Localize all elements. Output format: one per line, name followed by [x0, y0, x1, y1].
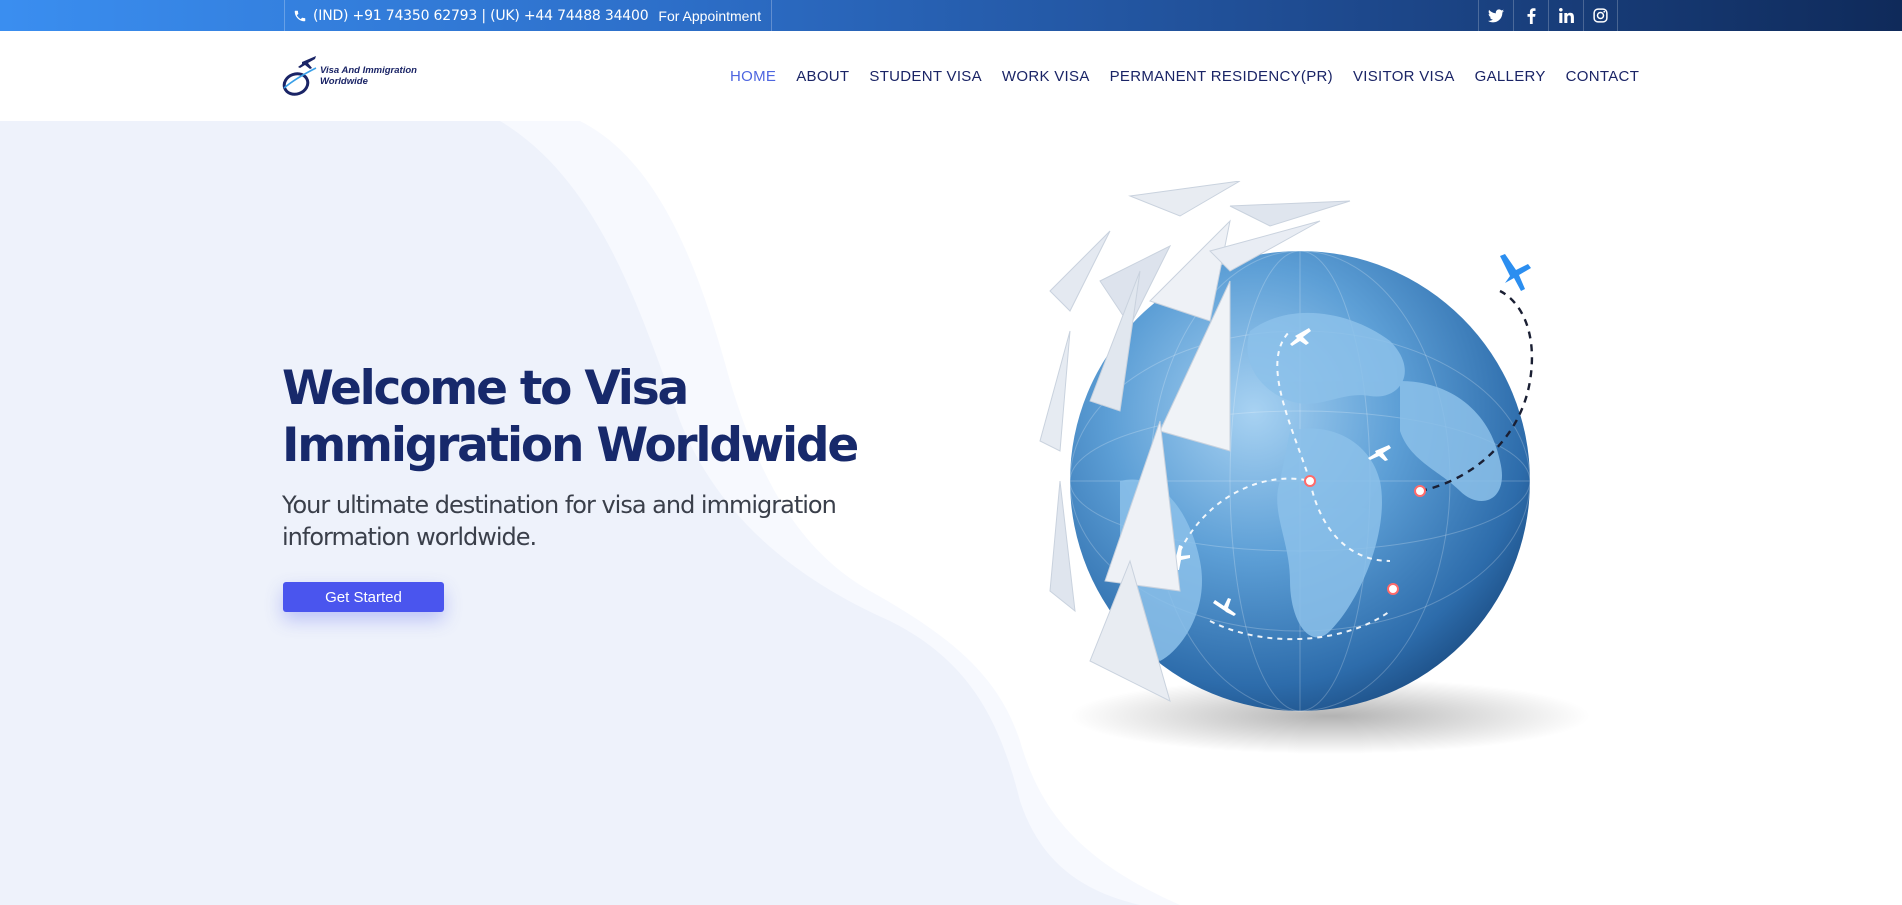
phone-numbers[interactable]: (IND) +91 74350 62793 | (UK) +44 74488 3…	[313, 8, 649, 24]
main-nav: HOME ABOUT STUDENT VISA WORK VISA PERMAN…	[720, 31, 1649, 121]
logo-line1: Visa And Immigration	[320, 65, 417, 76]
linkedin-link[interactable]	[1548, 0, 1583, 31]
hero-title: Welcome to Visa Immigration Worldwide	[282, 361, 859, 473]
linkedin-icon	[1558, 8, 1574, 23]
appointment-label: For Appointment	[658, 7, 762, 24]
hero-section: Welcome to Visa Immigration Worldwide Yo…	[0, 121, 1902, 905]
social-links	[1478, 0, 1618, 31]
nav-home[interactable]: HOME	[720, 68, 786, 85]
get-started-button[interactable]: Get Started	[283, 582, 444, 612]
instagram-link[interactable]	[1583, 0, 1618, 31]
phone-icon	[293, 9, 307, 23]
site-logo[interactable]: Visa And Immigration Worldwide	[282, 53, 432, 99]
globe-illustration	[1039, 181, 1590, 754]
top-bar: (IND) +91 74350 62793 | (UK) +44 74488 3…	[0, 0, 1902, 31]
nav-student-visa[interactable]: STUDENT VISA	[859, 68, 992, 85]
twitter-icon	[1488, 8, 1504, 22]
contact-info: (IND) +91 74350 62793 | (UK) +44 74488 3…	[284, 0, 773, 31]
logo-text: Visa And Immigration Worldwide	[320, 65, 417, 87]
nav-gallery[interactable]: GALLERY	[1465, 68, 1556, 85]
site-header: Visa And Immigration Worldwide HOME ABOU…	[0, 31, 1902, 121]
nav-contact[interactable]: CONTACT	[1556, 68, 1649, 85]
nav-visitor-visa[interactable]: VISITOR VISA	[1343, 68, 1465, 85]
nav-work-visa[interactable]: WORK VISA	[992, 68, 1100, 85]
twitter-link[interactable]	[1478, 0, 1513, 31]
instagram-icon	[1593, 8, 1608, 23]
facebook-icon	[1527, 7, 1535, 24]
airplane-globe-logo-icon	[282, 56, 317, 96]
nav-about[interactable]: ABOUT	[786, 68, 859, 85]
nav-permanent-residency[interactable]: PERMANENT RESIDENCY(PR)	[1100, 68, 1343, 85]
facebook-link[interactable]	[1513, 0, 1548, 31]
logo-line2: Worldwide	[320, 76, 368, 87]
hero-subtitle: Your ultimate destination for visa and i…	[282, 491, 837, 551]
